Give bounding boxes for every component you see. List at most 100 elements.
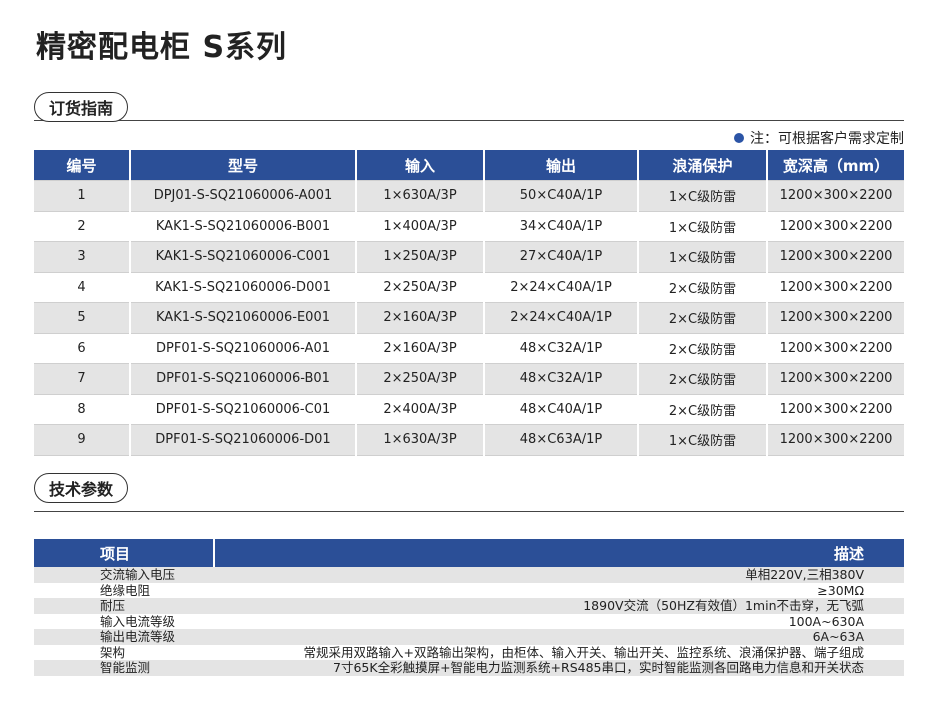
- table-cell: 1200×300×2200: [766, 180, 904, 211]
- table-cell: 1: [34, 180, 130, 211]
- table-row: 6 DPF01-S-SQ21060006-A01 2×160A/3P 48×C32A/…: [34, 333, 904, 364]
- order-guide-table: 编号 型号 输入 输出 浪涌保护 宽深高（mm） 1 DPJ01-S-SQ2106…: [34, 150, 904, 456]
- param-name: 交流输入电压: [34, 567, 214, 583]
- table-row: 4 KAK1-S-SQ21060006-D001 2×250A/3P 2×24×C40…: [34, 272, 904, 303]
- table-cell: 4: [34, 272, 130, 303]
- table-cell: DPF01-S-SQ21060006-C01: [129, 394, 356, 425]
- column-header: 输入: [355, 150, 484, 181]
- table-cell: 1200×300×2200: [766, 363, 904, 394]
- table-cell: 1×C级防雷: [637, 211, 767, 242]
- table-cell: 1200×300×2200: [766, 333, 904, 364]
- table-cell: 50×C40A/1P: [483, 180, 638, 211]
- table-cell: 9: [34, 424, 130, 455]
- column-header: 输出: [483, 150, 638, 181]
- section-label-tech-params: 技术参数: [34, 473, 129, 503]
- table-cell: 5: [34, 302, 130, 333]
- table-row: 架构 常规采用双路输入+双路输出架构，由柜体、输入开关、输出开关、监控系统、浪涌保…: [34, 644, 904, 660]
- section-label-order-guide: 订货指南: [34, 92, 129, 122]
- table-cell: 1×C级防雷: [637, 424, 767, 455]
- table-cell: 1200×300×2200: [766, 241, 904, 272]
- table-row: 智能监测 7寸65K全彩触摸屏+智能电力监测系统+RS485串口，实时智能监测各回…: [34, 660, 904, 676]
- table-cell: 1×400A/3P: [355, 211, 484, 242]
- table-cell: 2×C级防雷: [637, 394, 767, 425]
- tech-params-table: 项目 描述 交流输入电压 单相220V,三相380V 绝缘电阻 ≥30MΩ 耐压 1890…: [34, 539, 904, 676]
- table-cell: 1×C级防雷: [637, 241, 767, 272]
- column-header: 编号: [34, 150, 130, 181]
- table-cell: KAK1-S-SQ21060006-B001: [129, 211, 356, 242]
- table-cell: 6: [34, 333, 130, 364]
- table-row: 7 DPF01-S-SQ21060006-B01 2×250A/3P 48×C32A/…: [34, 363, 904, 394]
- table-cell: DPF01-S-SQ21060006-A01: [129, 333, 356, 364]
- param-name: 绝缘电阻: [34, 582, 214, 598]
- table-row: 5 KAK1-S-SQ21060006-E001 2×160A/3P 2×24×C40…: [34, 302, 904, 333]
- table-cell: KAK1-S-SQ21060006-C001: [129, 241, 356, 272]
- table-cell: 2×250A/3P: [355, 363, 484, 394]
- table-cell: 48×C40A/1P: [483, 394, 638, 425]
- table-cell: 2×160A/3P: [355, 333, 484, 364]
- param-description: ≥30MΩ: [214, 582, 904, 598]
- table-cell: 2×C级防雷: [637, 302, 767, 333]
- table-cell: 2×24×C40A/1P: [483, 302, 638, 333]
- table-cell: 2×C级防雷: [637, 272, 767, 303]
- table-cell: KAK1-S-SQ21060006-E001: [129, 302, 356, 333]
- table-cell: DPF01-S-SQ21060006-D01: [129, 424, 356, 455]
- table-row: 绝缘电阻 ≥30MΩ: [34, 582, 904, 598]
- table-row: 9 DPF01-S-SQ21060006-D01 1×630A/3P 48×C63A/…: [34, 424, 904, 455]
- table-row: 3 KAK1-S-SQ21060006-C001 1×250A/3P 27×C40A/…: [34, 241, 904, 272]
- column-header: 项目: [34, 539, 214, 567]
- table-cell: 1200×300×2200: [766, 424, 904, 455]
- table-row: 1 DPJ01-S-SQ21060006-A001 1×630A/3P 50×C40A…: [34, 180, 904, 211]
- param-description: 1890V交流（50HZ有效值）1min不击穿，无飞弧: [214, 598, 904, 614]
- table-row: 输出电流等级 6A~63A: [34, 629, 904, 645]
- column-header: 描述: [213, 539, 904, 567]
- table-cell: 1×C级防雷: [637, 180, 767, 211]
- param-name: 输入电流等级: [34, 613, 214, 629]
- table-cell: 34×C40A/1P: [483, 211, 638, 242]
- table-cell: 2: [34, 211, 130, 242]
- table-cell: KAK1-S-SQ21060006-D001: [129, 272, 356, 303]
- column-header: 浪涌保护: [637, 150, 767, 181]
- param-name: 耐压: [34, 598, 214, 614]
- param-description: 100A~630A: [214, 613, 904, 629]
- table-row: 交流输入电压 单相220V,三相380V: [34, 567, 904, 583]
- param-name: 智能监测: [34, 660, 214, 676]
- table-cell: 2×C级防雷: [637, 333, 767, 364]
- table-row: 8 DPF01-S-SQ21060006-C01 2×400A/3P 48×C40A/…: [34, 394, 904, 425]
- table-cell: 2×24×C40A/1P: [483, 272, 638, 303]
- table-row: 2 KAK1-S-SQ21060006-B001 1×400A/3P 34×C40A/…: [34, 211, 904, 242]
- table-cell: 2×400A/3P: [355, 394, 484, 425]
- table-cell: 2×250A/3P: [355, 272, 484, 303]
- section-divider: [34, 511, 904, 512]
- table-cell: DPF01-S-SQ21060006-B01: [129, 363, 356, 394]
- table-cell: 27×C40A/1P: [483, 241, 638, 272]
- table-cell: 1200×300×2200: [766, 302, 904, 333]
- table-cell: 8: [34, 394, 130, 425]
- table-cell: 7: [34, 363, 130, 394]
- table-cell: 1200×300×2200: [766, 272, 904, 303]
- table-cell: 1200×300×2200: [766, 211, 904, 242]
- table-header-row: 编号 型号 输入 输出 浪涌保护 宽深高（mm）: [34, 150, 904, 181]
- customization-note: 注：可根据客户需求定制: [734, 128, 904, 148]
- table-cell: 1×250A/3P: [355, 241, 484, 272]
- table-cell: 1×630A/3P: [355, 180, 484, 211]
- table-cell: 2×C级防雷: [637, 363, 767, 394]
- column-header: 型号: [129, 150, 356, 181]
- param-description: 6A~63A: [214, 629, 904, 645]
- param-name: 输出电流等级: [34, 629, 214, 645]
- param-description: 7寸65K全彩触摸屏+智能电力监测系统+RS485串口，实时智能监测各回路电力信…: [214, 660, 904, 676]
- section-divider: [34, 120, 904, 121]
- table-row: 输入电流等级 100A~630A: [34, 613, 904, 629]
- param-description: 常规采用双路输入+双路输出架构，由柜体、输入开关、输出开关、监控系统、浪涌保护器…: [214, 644, 904, 660]
- param-description: 单相220V,三相380V: [214, 567, 904, 583]
- column-header: 宽深高（mm）: [766, 150, 904, 181]
- table-cell: 1200×300×2200: [766, 394, 904, 425]
- table-header-row: 项目 描述: [34, 539, 904, 567]
- table-cell: 1×630A/3P: [355, 424, 484, 455]
- param-name: 架构: [34, 644, 214, 660]
- table-cell: 2×160A/3P: [355, 302, 484, 333]
- note-bullet-icon: [734, 133, 744, 143]
- table-cell: 48×C32A/1P: [483, 333, 638, 364]
- table-cell: 48×C63A/1P: [483, 424, 638, 455]
- table-row: 耐压 1890V交流（50HZ有效值）1min不击穿，无飞弧: [34, 598, 904, 614]
- table-cell: 3: [34, 241, 130, 272]
